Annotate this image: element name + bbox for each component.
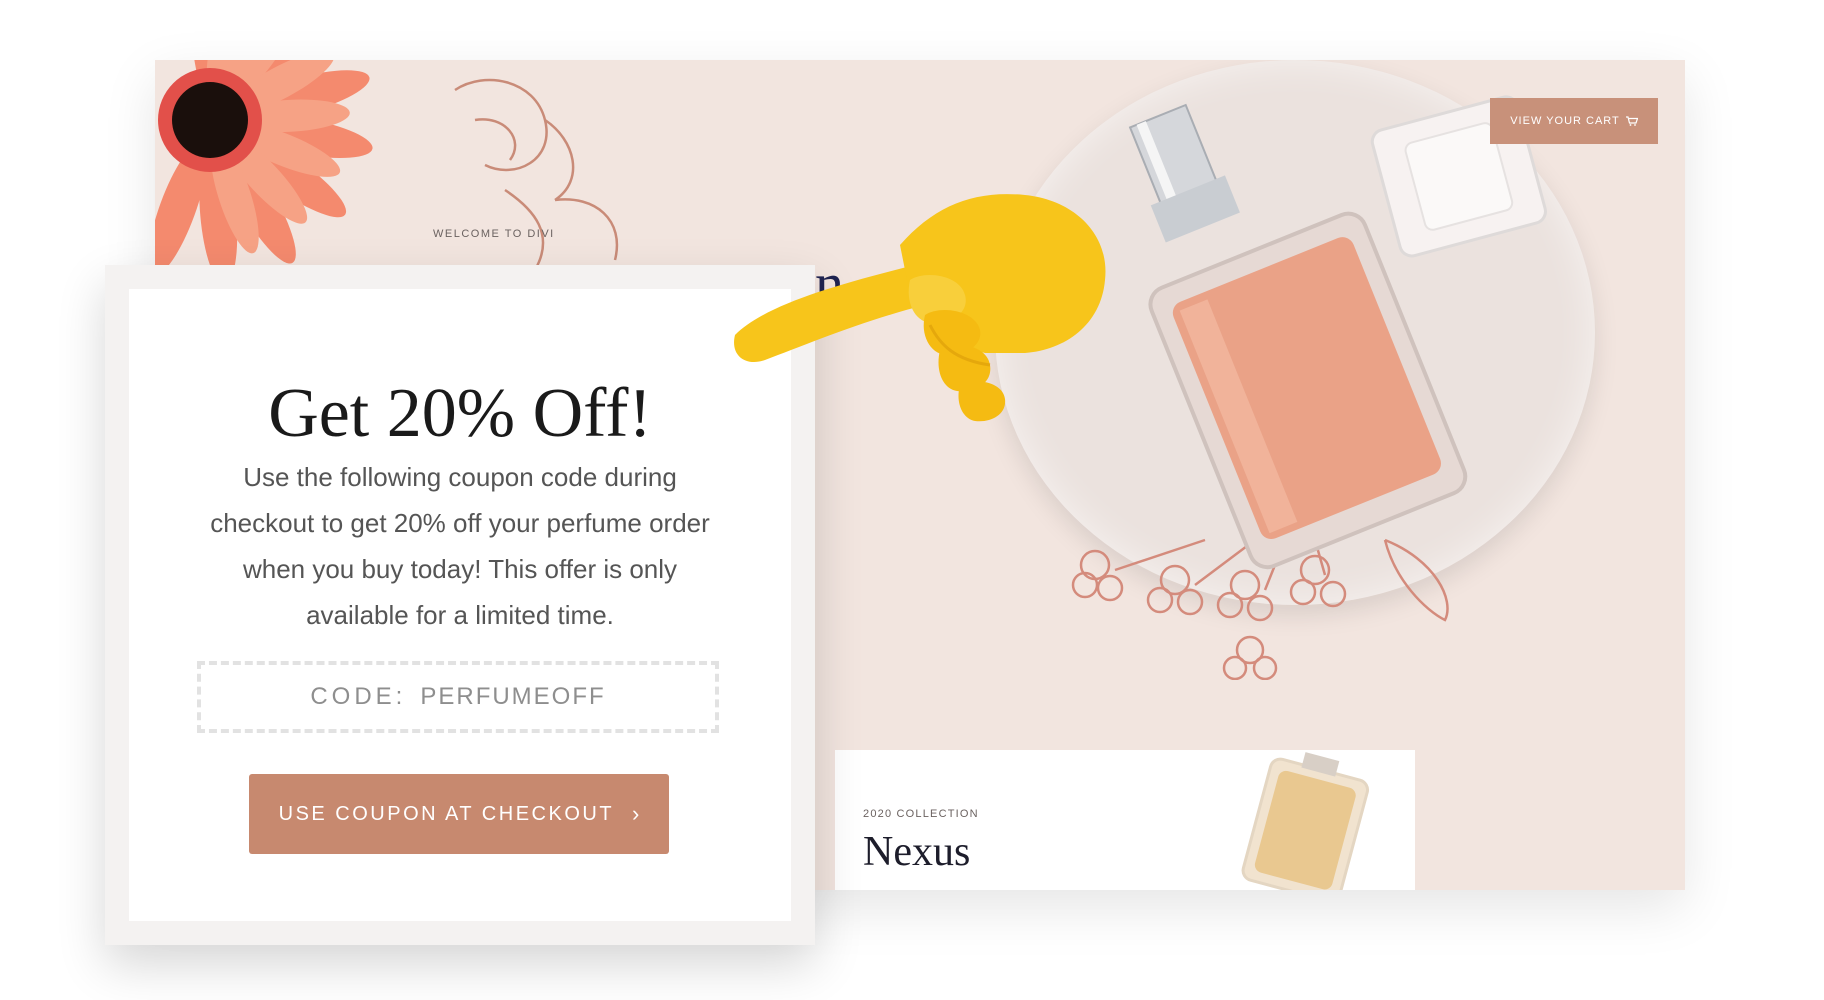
- coupon-popup: Get 20% Off! Use the following coupon co…: [105, 265, 815, 945]
- popup-title: Get 20% Off!: [268, 375, 652, 452]
- chevron-right-icon: ›: [632, 801, 640, 826]
- use-coupon-button[interactable]: USE COUPON AT CHECKOUT ›: [249, 774, 669, 854]
- popup-content: Get 20% Off! Use the following coupon co…: [129, 289, 791, 921]
- welcome-label: WELCOME TO DIVI: [433, 228, 555, 240]
- view-cart-label: VIEW YOUR CART: [1510, 115, 1620, 127]
- coupon-code-box[interactable]: CODE: PERFUMEOFF: [197, 661, 719, 733]
- collection-label: 2020 COLLECTION: [863, 808, 979, 820]
- popup-description: Use the following coupon code during che…: [210, 462, 710, 630]
- outline-floral-illustration: [454, 78, 619, 271]
- cart-icon: [1625, 116, 1638, 126]
- view-cart-button[interactable]: VIEW YOUR CART: [1490, 98, 1658, 144]
- collection-title: Nexus: [863, 829, 971, 875]
- coupon-code-label: CODE:: [310, 683, 407, 710]
- coupon-code-value[interactable]: PERFUMEOFF: [420, 683, 605, 711]
- pointing-hand-icon: [734, 194, 1106, 422]
- perfume-bottle-image: [1128, 95, 1547, 570]
- collection-card[interactable]: 2020 COLLECTION Nexus: [835, 750, 1415, 890]
- mini-perfume-bottle-image: [1241, 752, 1370, 890]
- use-coupon-label: USE COUPON AT CHECKOUT: [278, 802, 615, 825]
